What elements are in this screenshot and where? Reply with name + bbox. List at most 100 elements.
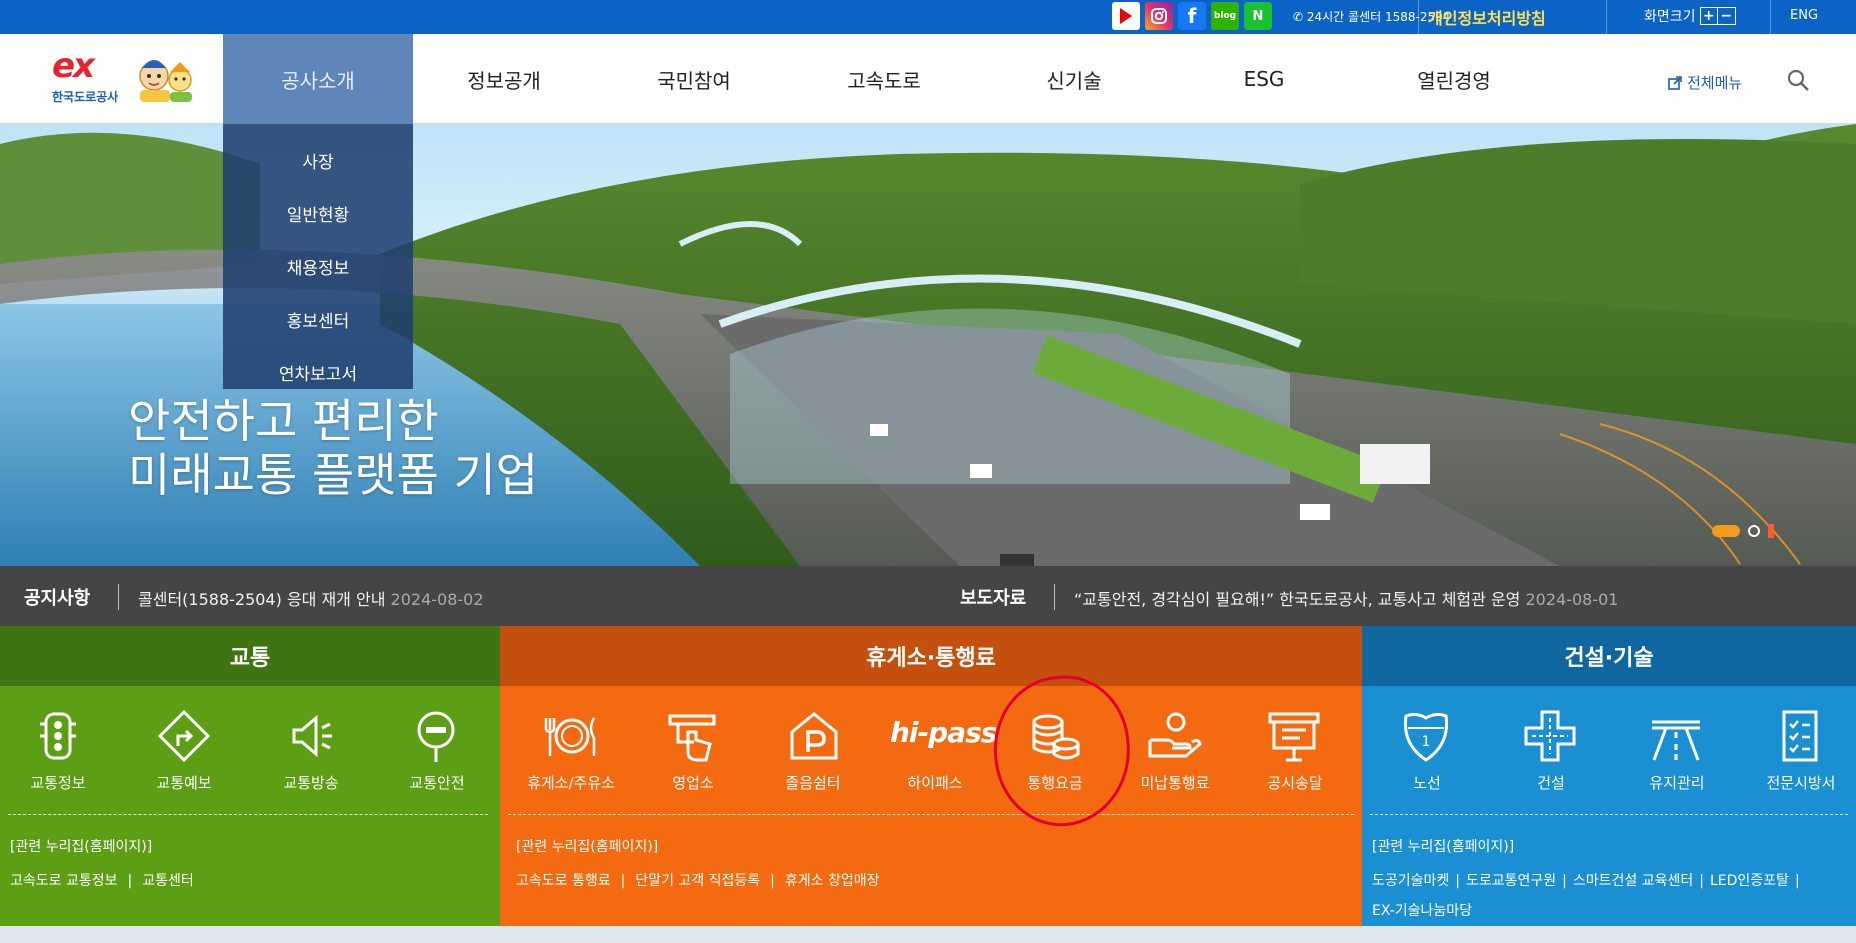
dropdown-item-overview[interactable]: 일반현황 xyxy=(223,187,413,240)
rest-area-gas-station-link[interactable]: 휴게소/주유소 xyxy=(508,772,634,793)
traffic-light-icon xyxy=(40,712,76,760)
privacy-policy-link[interactable]: 개인정보처리방침 xyxy=(1428,5,1546,29)
logo-company-name: 한국도로공사 xyxy=(52,90,119,104)
parking-shelter-icon xyxy=(790,712,838,760)
divider xyxy=(8,814,488,815)
nav-new-technology[interactable]: 신기술 xyxy=(979,34,1169,124)
notice-label[interactable]: 공지사항 xyxy=(24,584,90,610)
zoom-in-button[interactable]: + xyxy=(1701,8,1718,24)
site-logo[interactable]: ex 한국도로공사 xyxy=(50,46,200,108)
drowsy-shelter-link[interactable]: 졸음쉼터 xyxy=(750,772,876,793)
divider xyxy=(508,814,1354,815)
hipass-logo: hi-pass xyxy=(890,716,997,749)
press-label[interactable]: 보도자료 xyxy=(960,584,1026,610)
carousel-indicator[interactable] xyxy=(1748,525,1760,537)
nav-info-disclosure[interactable]: 정보공개 xyxy=(409,34,599,124)
hand-coin-icon xyxy=(1148,712,1202,758)
hero-headline: 안전하고 편리한 미래교통 플랫폼 기업 xyxy=(128,394,539,502)
zoom-out-button[interactable]: − xyxy=(1717,8,1735,24)
led-certification-portal-link[interactable]: LED인증포탈 xyxy=(1710,873,1789,889)
call-center-info: ✆ 24시간 콜센터 1588-2504 xyxy=(1293,10,1451,24)
expressway-toll-link[interactable]: 고속도로 통행료 xyxy=(516,873,611,889)
dropdown-item-recruitment[interactable]: 채용정보 xyxy=(223,240,413,293)
ex-tech-sharing-link[interactable]: EX-기술나눔마당 xyxy=(1372,903,1472,919)
construction-tech-panel-title: 건설·기술 xyxy=(1362,626,1856,686)
traffic-safety-link[interactable]: 교통안전 xyxy=(374,772,500,793)
social-links: f blog N xyxy=(1112,2,1272,30)
turn-sign-icon xyxy=(157,709,211,763)
traffic-broadcast-link[interactable]: 교통방송 xyxy=(248,772,374,793)
divider xyxy=(1370,814,1848,815)
route-link[interactable]: 노선 xyxy=(1364,772,1490,793)
phone-icon: ✆ xyxy=(1293,10,1307,24)
nav-company-intro[interactable]: 공사소개 xyxy=(223,34,413,124)
logo-ex-mark: ex xyxy=(52,46,95,86)
mascot-icon xyxy=(139,60,192,102)
traffic-forecast-link[interactable]: 교통예보 xyxy=(121,772,247,793)
instagram-icon[interactable] xyxy=(1145,2,1173,30)
dining-icon xyxy=(544,717,596,756)
construction-cross-icon xyxy=(1524,710,1576,762)
route-shield-icon: 1 xyxy=(1403,712,1449,762)
svg-text:1: 1 xyxy=(1422,734,1431,750)
notice-bar: 공지사항 콜센터(1588-2504) 응대 재개 안내 2024-08-02 … xyxy=(0,566,1856,626)
divider xyxy=(1418,0,1419,34)
expressway-traffic-info-link[interactable]: 고속도로 교통정보 xyxy=(10,873,118,889)
full-menu-button[interactable]: 전체메뉴 xyxy=(1668,72,1742,93)
naver-post-icon[interactable]: N xyxy=(1244,2,1272,30)
rest-toll-panel: 휴게소·통행료 휴게소/주유소 영업소 졸음쉼터 hi-pass 하이패스 통행… xyxy=(500,626,1362,926)
rest-area-startup-store-link[interactable]: 휴게소 창업매장 xyxy=(785,873,880,889)
checklist-icon xyxy=(1782,710,1818,762)
facebook-icon[interactable]: f xyxy=(1178,2,1206,30)
traffic-panel-title: 교통 xyxy=(0,626,500,686)
top-utility-bar: f blog N ✆ 24시간 콜센터 1588-2504 개인정보처리방침 화… xyxy=(0,0,1856,34)
nav-open-management[interactable]: 열린경영 xyxy=(1359,34,1549,124)
research-institute-link[interactable]: 도로교통연구원 xyxy=(1466,873,1556,889)
specification-link[interactable]: 전문시방서 xyxy=(1738,772,1856,793)
nav-public-participation[interactable]: 국민참여 xyxy=(599,34,789,124)
divider xyxy=(1054,584,1055,610)
related-sites-label: [관련 누리집(홈페이지)] xyxy=(516,839,659,855)
rest-toll-panel-title: 휴게소·통행료 xyxy=(500,626,1362,686)
tollgate-link[interactable]: 영업소 xyxy=(630,772,756,793)
zoom-buttons: + − xyxy=(1699,7,1736,25)
dropdown-item-ceo[interactable]: 사장 xyxy=(223,134,413,187)
unpaid-toll-link[interactable]: 미납통행료 xyxy=(1112,772,1238,793)
public-notice-link[interactable]: 공시송달 xyxy=(1232,772,1358,793)
notice-item[interactable]: 콜센터(1588-2504) 응대 재개 안내 2024-08-02 xyxy=(138,586,484,610)
related-sites-label: [관련 누리집(홈페이지)] xyxy=(1372,839,1515,855)
external-link-icon xyxy=(1668,75,1682,90)
divider xyxy=(118,584,119,610)
pause-icon[interactable] xyxy=(1768,524,1774,538)
rest-toll-related-links: 고속도로 통행료 | 단말기 고객 직접등록 | 휴게소 창업매장 xyxy=(516,873,880,889)
traffic-center-link[interactable]: 교통센터 xyxy=(142,873,194,889)
search-icon[interactable] xyxy=(1786,68,1810,92)
road-maintenance-icon xyxy=(1652,720,1700,761)
related-sites-label: [관련 누리집(홈페이지)] xyxy=(10,839,153,855)
blog-icon[interactable]: blog xyxy=(1211,2,1239,30)
press-item[interactable]: “교통안전, 경각심이 필요해!” 한국도로공사, 교통사고 체험관 운영 20… xyxy=(1074,586,1618,610)
notice-board-icon xyxy=(1268,712,1320,762)
carousel-indicator-active[interactable] xyxy=(1712,525,1740,537)
tollgate-ticket-icon xyxy=(668,714,716,762)
youtube-icon[interactable] xyxy=(1112,2,1140,30)
hipass-link[interactable]: 하이패스 xyxy=(872,772,998,793)
maintenance-link[interactable]: 유지관리 xyxy=(1614,772,1740,793)
dropdown-item-pr-center[interactable]: 홍보센터 xyxy=(223,293,413,346)
nav-esg[interactable]: ESG xyxy=(1169,34,1359,124)
nav-expressway[interactable]: 고속도로 xyxy=(789,34,979,124)
carousel-controls xyxy=(1712,524,1774,538)
speaker-icon xyxy=(292,714,332,758)
traffic-info-link[interactable]: 교통정보 xyxy=(0,772,121,793)
construction-link[interactable]: 건설 xyxy=(1488,772,1614,793)
divider xyxy=(1606,0,1607,34)
english-link[interactable]: ENG xyxy=(1790,8,1818,23)
device-self-registration-link[interactable]: 단말기 고객 직접등록 xyxy=(635,873,760,889)
company-intro-dropdown: 사장 일반현황 채용정보 홍보센터 연차보고서 xyxy=(223,124,413,389)
divider xyxy=(1770,0,1771,34)
traffic-related-links: 고속도로 교통정보 | 교통센터 xyxy=(10,873,194,889)
tech-market-link[interactable]: 도공기술마켓 xyxy=(1372,873,1449,889)
dropdown-item-annual-report[interactable]: 연차보고서 xyxy=(223,346,413,399)
smart-construction-center-link[interactable]: 스마트건설 교육센터 xyxy=(1573,873,1693,889)
construction-tech-panel: 건설·기술 1 노선 건설 유지관리 전문시방서 [관련 누리집(홈페이지)] … xyxy=(1362,626,1856,926)
